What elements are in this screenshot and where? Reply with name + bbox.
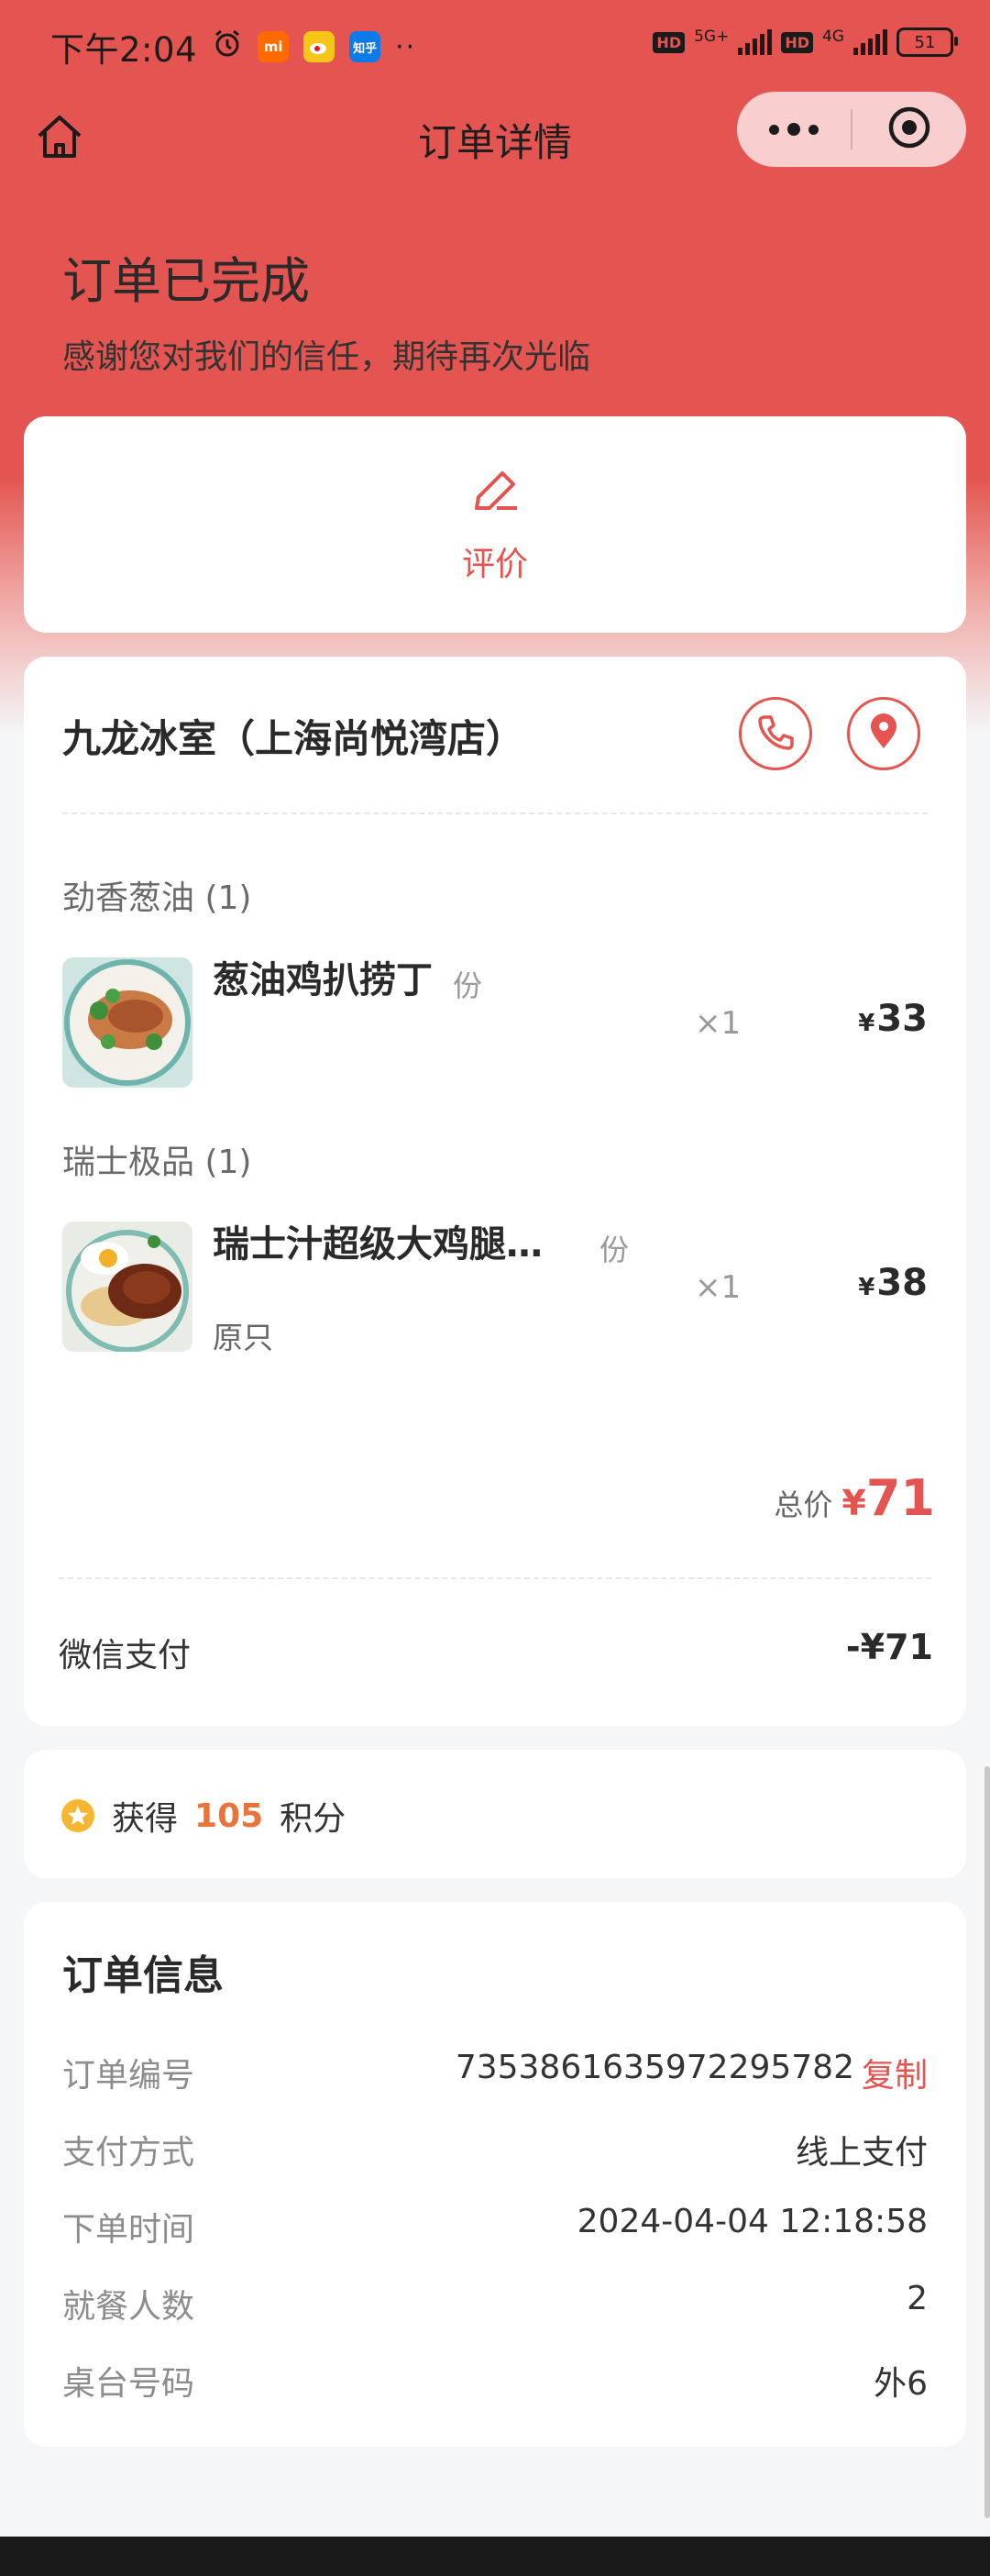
navigation-bar: 订单详情 xyxy=(0,92,990,193)
call-store-button[interactable] xyxy=(739,697,812,770)
table-number-row: 桌台号码 外6 xyxy=(62,2357,928,2403)
edit-icon xyxy=(466,462,524,525)
dish-price-value: 38 xyxy=(876,1262,928,1304)
order-detail-card: 九龙冰室（上海尚悦湾店） 劲香葱油 (1) 葱油鸡扒捞丁 份 ×1 ¥33 瑞士… xyxy=(24,657,966,1726)
network-label-4g: 4G xyxy=(822,28,844,46)
order-number-value: 7353861635972295782 xyxy=(455,2049,854,2086)
star-badge-icon xyxy=(60,1798,95,1833)
dish-name: 葱油鸡扒捞丁 xyxy=(213,959,433,1001)
page-scrollbar[interactable] xyxy=(984,1766,990,2518)
target-icon xyxy=(886,105,932,154)
mi-app-icon: mi xyxy=(258,31,290,62)
order-status-title: 订单已完成 xyxy=(62,252,310,310)
divider xyxy=(59,1577,931,1579)
more-notifications-icon: ·· xyxy=(395,30,417,63)
phone-icon xyxy=(755,712,796,756)
review-label: 评价 xyxy=(461,546,528,583)
divider xyxy=(62,813,928,814)
order-time-label: 下单时间 xyxy=(62,2211,195,2249)
dish-spec: 原只 xyxy=(213,1320,273,1355)
total-label: 总价 xyxy=(774,1487,833,1522)
hd-badge-2: HD xyxy=(781,31,813,53)
payment-method-row: 支付方式 线上支付 xyxy=(62,2126,928,2172)
mini-program-capsule xyxy=(737,92,966,167)
more-dots-icon xyxy=(769,124,779,135)
review-button[interactable]: 评价 xyxy=(24,462,966,585)
dish-group-title: 瑞士极品 (1) xyxy=(62,1144,252,1181)
table-number-value: 外6 xyxy=(874,2365,928,2403)
points-suffix: 积分 xyxy=(280,1800,346,1838)
alarm-icon xyxy=(212,28,243,67)
location-pin-icon xyxy=(864,712,904,756)
store-name: 九龙冰室（上海尚悦湾店） xyxy=(62,716,525,761)
payment-method-label: 微信支付 xyxy=(59,1637,192,1675)
weibo-app-icon xyxy=(303,31,336,62)
network-label-5g: 5G+ xyxy=(694,28,730,46)
payment-method-info-label: 支付方式 xyxy=(62,2134,195,2172)
total-amount-value: 71 xyxy=(865,1469,935,1527)
signal-bars-icon-1 xyxy=(738,29,773,55)
order-info-card: 订单信息 订单编号 7353861635972295782 复制 支付方式 线上… xyxy=(24,1902,966,2447)
status-time: 下午2:04 xyxy=(50,30,198,70)
copy-order-number-button[interactable]: 复制 xyxy=(862,2049,928,2096)
status-bar: 下午2:04 mi 知乎 ·· HD 5G+ HD 4G 51 xyxy=(0,0,990,92)
order-number-row: 订单编号 7353861635972295782 复制 xyxy=(62,2049,928,2095)
hd-badge-1: HD xyxy=(653,31,686,53)
payment-method-info-value: 线上支付 xyxy=(795,2134,928,2172)
order-time-row: 下单时间 2024-04-04 12:18:58 xyxy=(62,2203,928,2249)
order-time-value: 2024-04-04 12:18:58 xyxy=(577,2203,928,2240)
diners-label: 就餐人数 xyxy=(62,2288,195,2326)
points-card: 获得 105 积分 xyxy=(24,1750,966,1878)
total-price-row: 总价 ¥71 xyxy=(774,1469,935,1527)
diners-value: 2 xyxy=(907,2280,928,2317)
dish-image-scallion-chicken[interactable] xyxy=(62,957,192,1088)
more-dots-icon-right xyxy=(808,124,819,135)
points-value: 105 xyxy=(194,1797,264,1835)
dish-unit: 份 xyxy=(600,1233,630,1267)
dish-price: ¥33 xyxy=(858,998,928,1040)
total-amount: ¥71 xyxy=(842,1469,935,1527)
dish-group-title: 劲香葱油 (1) xyxy=(62,879,252,917)
close-mini-program-button[interactable] xyxy=(852,105,966,154)
total-currency: ¥ xyxy=(842,1483,866,1523)
dish-price: ¥38 xyxy=(858,1262,928,1304)
store-location-button[interactable] xyxy=(847,697,920,770)
currency-symbol: ¥ xyxy=(858,1010,875,1037)
dish-price-value: 33 xyxy=(876,998,928,1040)
more-dots-icon-center xyxy=(787,123,800,136)
payment-amount: -¥71 xyxy=(845,1627,933,1667)
order-status-subtitle: 感谢您对我们的信任，期待再次光临 xyxy=(62,338,591,376)
points-prefix: 获得 xyxy=(112,1800,179,1838)
currency-symbol: ¥ xyxy=(858,1274,875,1301)
order-info-title: 订单信息 xyxy=(62,1952,224,1999)
table-number-label: 桌台号码 xyxy=(62,2365,195,2403)
review-card: 评价 xyxy=(24,416,966,633)
dish-name: 瑞士汁超级大鸡腿… xyxy=(213,1223,543,1266)
dish-image-swiss-chicken-leg[interactable] xyxy=(62,1222,192,1352)
dish-quantity: ×1 xyxy=(695,1269,742,1306)
zhihu-app-icon: 知乎 xyxy=(349,31,381,62)
order-number-label: 订单编号 xyxy=(62,2057,195,2095)
diners-row: 就餐人数 2 xyxy=(62,2280,928,2326)
system-navigation-bar xyxy=(0,2537,990,2576)
signal-bars-icon-2 xyxy=(853,29,887,55)
more-menu-button[interactable] xyxy=(737,123,851,136)
battery-icon: 51 xyxy=(896,28,958,57)
dish-unit: 份 xyxy=(453,968,483,1003)
dish-quantity: ×1 xyxy=(695,1005,742,1042)
